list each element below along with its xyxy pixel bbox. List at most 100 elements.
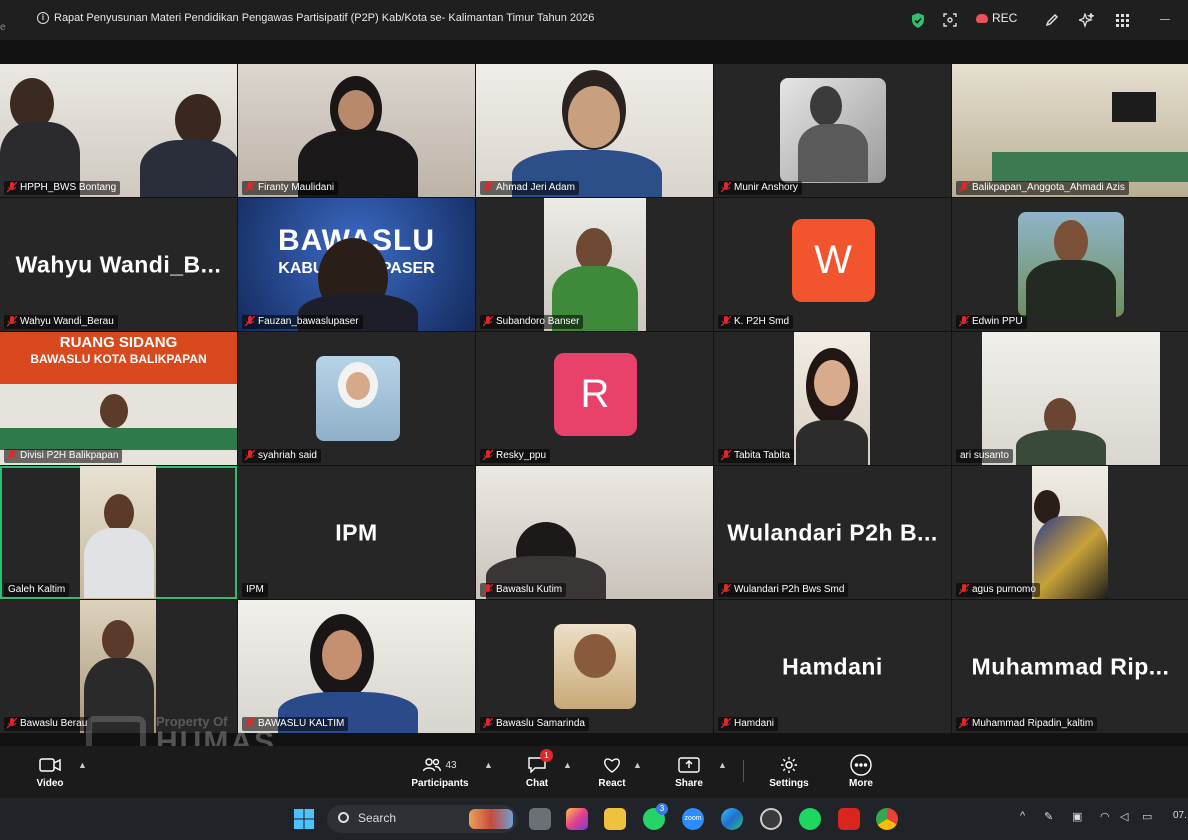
zoom-app-icon[interactable]: zoom [682,808,704,830]
participant-tile[interactable]: Wahyu Wandi_B... Wahyu Wandi_Berau [0,198,237,331]
settings-button[interactable]: Settings [759,752,819,789]
share-options-caret[interactable]: ▲ [718,760,727,770]
room-banner-subtitle: BAWASLU KOTA BALIKPAPAN [30,352,207,366]
muted-mic-icon [7,450,17,461]
instagram-icon[interactable] [566,808,588,830]
person-face [346,372,370,400]
muted-mic-icon [483,182,493,193]
participant-tile[interactable]: Munir Anshory [714,64,951,197]
cloud-record-icon [976,13,988,23]
person-body [84,528,154,598]
gear-icon [781,757,797,773]
muted-mic-icon [959,718,969,729]
view-options-icon[interactable] [940,10,960,30]
participant-tile[interactable]: W K. P2H Smd [714,198,951,331]
react-options-caret[interactable]: ▲ [633,760,642,770]
window-edge-text: e [0,22,6,33]
video-button[interactable]: Video [20,752,80,789]
muted-mic-icon [7,182,17,193]
muted-mic-icon [959,316,969,327]
windows-start-icon[interactable] [293,808,315,830]
participant-name-label: IPM [242,583,268,597]
participant-name-label: Muhammad Ripadin_kaltim [956,717,1098,731]
spotify-icon[interactable] [799,808,821,830]
search-placeholder: Search [358,811,397,825]
muted-mic-icon [483,450,493,461]
share-screen-icon [678,757,700,773]
apps-grid-icon[interactable] [1112,10,1132,30]
muted-mic-icon [721,450,731,461]
participant-name-label: Subandoro Banser [480,315,584,329]
participant-tile[interactable]: BAWASLU KABUPATEN PASER Fauzan_bawaslupa… [238,198,475,331]
taskbar-search-box[interactable]: Search [327,805,517,833]
wifi-icon[interactable]: ◠ [1100,810,1110,823]
participant-tile[interactable]: Edwin PPU [952,198,1188,331]
participant-display-name: Wulandari P2h B... [727,519,938,545]
muted-mic-icon [245,316,255,327]
participant-tile[interactable]: Firanty Maulidani [238,64,475,197]
participant-avatar: W [791,218,875,302]
recording-indicator[interactable]: REC [976,11,1017,25]
participant-tile[interactable]: Wulandari P2h B... Wulandari P2h Bws Smd [714,466,951,599]
annotate-pen-icon[interactable] [1042,10,1062,30]
chrome-icon[interactable] [876,808,898,830]
participant-tile[interactable]: R Resky_ppu [476,332,713,465]
participant-tile[interactable]: Bawaslu Kutim [476,466,713,599]
acrobat-icon[interactable] [838,808,860,830]
person-face [322,630,362,680]
edge-browser-icon[interactable] [721,808,743,830]
participant-tile[interactable]: Hamdani Hamdani [714,600,951,733]
participant-tile[interactable]: Balikpapan_Anggota_Ahmadi Azis [952,64,1188,197]
participant-tile[interactable]: RUANG SIDANG BAWASLU KOTA BALIKPAPAN Div… [0,332,237,465]
muted-mic-icon [483,316,493,327]
task-view-icon[interactable] [529,808,551,830]
ai-companion-icon[interactable] [1076,10,1096,30]
file-explorer-icon[interactable] [604,808,626,830]
more-label: More [849,778,873,789]
chat-options-caret[interactable]: ▲ [563,760,572,770]
participant-tile[interactable]: ari susanto [952,332,1188,465]
participant-tile-active-speaker[interactable]: Galeh Kaltim [0,466,237,599]
chat-button[interactable]: 1 Chat [507,749,567,789]
security-shield-icon[interactable] [908,10,928,30]
participant-name-label: Firanty Maulidani [242,181,339,195]
participant-tile[interactable]: Bawaslu Berau [0,600,237,733]
participant-tile[interactable]: syahriah said [238,332,475,465]
person-head [102,620,134,660]
wall-screen [1112,92,1156,122]
whatsapp-icon[interactable]: 3 [643,803,668,830]
participant-tile[interactable]: agus purnomo [952,466,1188,599]
share-button[interactable]: Share [659,752,719,789]
participant-tile[interactable]: IPM IPM [238,466,475,599]
tray-app-icon[interactable]: ▣ [1072,810,1082,823]
participant-name-label: Bawaslu Samarinda [480,717,589,731]
muted-mic-icon [245,182,255,193]
settings-label: Settings [769,778,809,789]
taskbar-clock[interactable]: 07. [1173,810,1187,821]
video-camera-icon [39,758,61,772]
participant-name-label: Wulandari P2h Bws Smd [718,583,849,597]
pen-menu-icon[interactable]: ✎ [1044,810,1053,823]
participant-tile[interactable]: Bawaslu Samarinda [476,600,713,733]
participant-tile[interactable]: Muhammad Rip... Muhammad Ripadin_kaltim [952,600,1188,733]
participant-name-label: BAWASLU KALTIM [242,717,349,731]
participant-tile[interactable]: Ahmad Jeri Adam [476,64,713,197]
participant-tile[interactable]: BAWASLU KALTIM [238,600,475,733]
info-icon[interactable]: i [37,12,49,24]
volume-icon[interactable]: ◁ [1120,810,1128,823]
participants-button[interactable]: 43 Participants [410,752,470,789]
tray-overflow-chevron-icon[interactable]: ^ [1020,810,1025,822]
person-body [1034,516,1108,599]
battery-icon[interactable]: ▭ [1142,810,1152,823]
participants-icon [423,758,442,772]
muted-mic-icon [483,584,493,595]
react-button[interactable]: React [582,752,642,789]
participant-tile[interactable]: HPPH_BWS Bontang [0,64,237,197]
participant-tile[interactable]: Subandoro Banser [476,198,713,331]
minimize-button[interactable] [1160,19,1170,20]
media-player-icon[interactable] [760,808,782,830]
participants-options-caret[interactable]: ▲ [484,760,493,770]
more-button[interactable]: More [831,752,891,789]
video-options-caret[interactable]: ▲ [78,760,87,770]
participant-tile[interactable]: Tabita Tabita [714,332,951,465]
